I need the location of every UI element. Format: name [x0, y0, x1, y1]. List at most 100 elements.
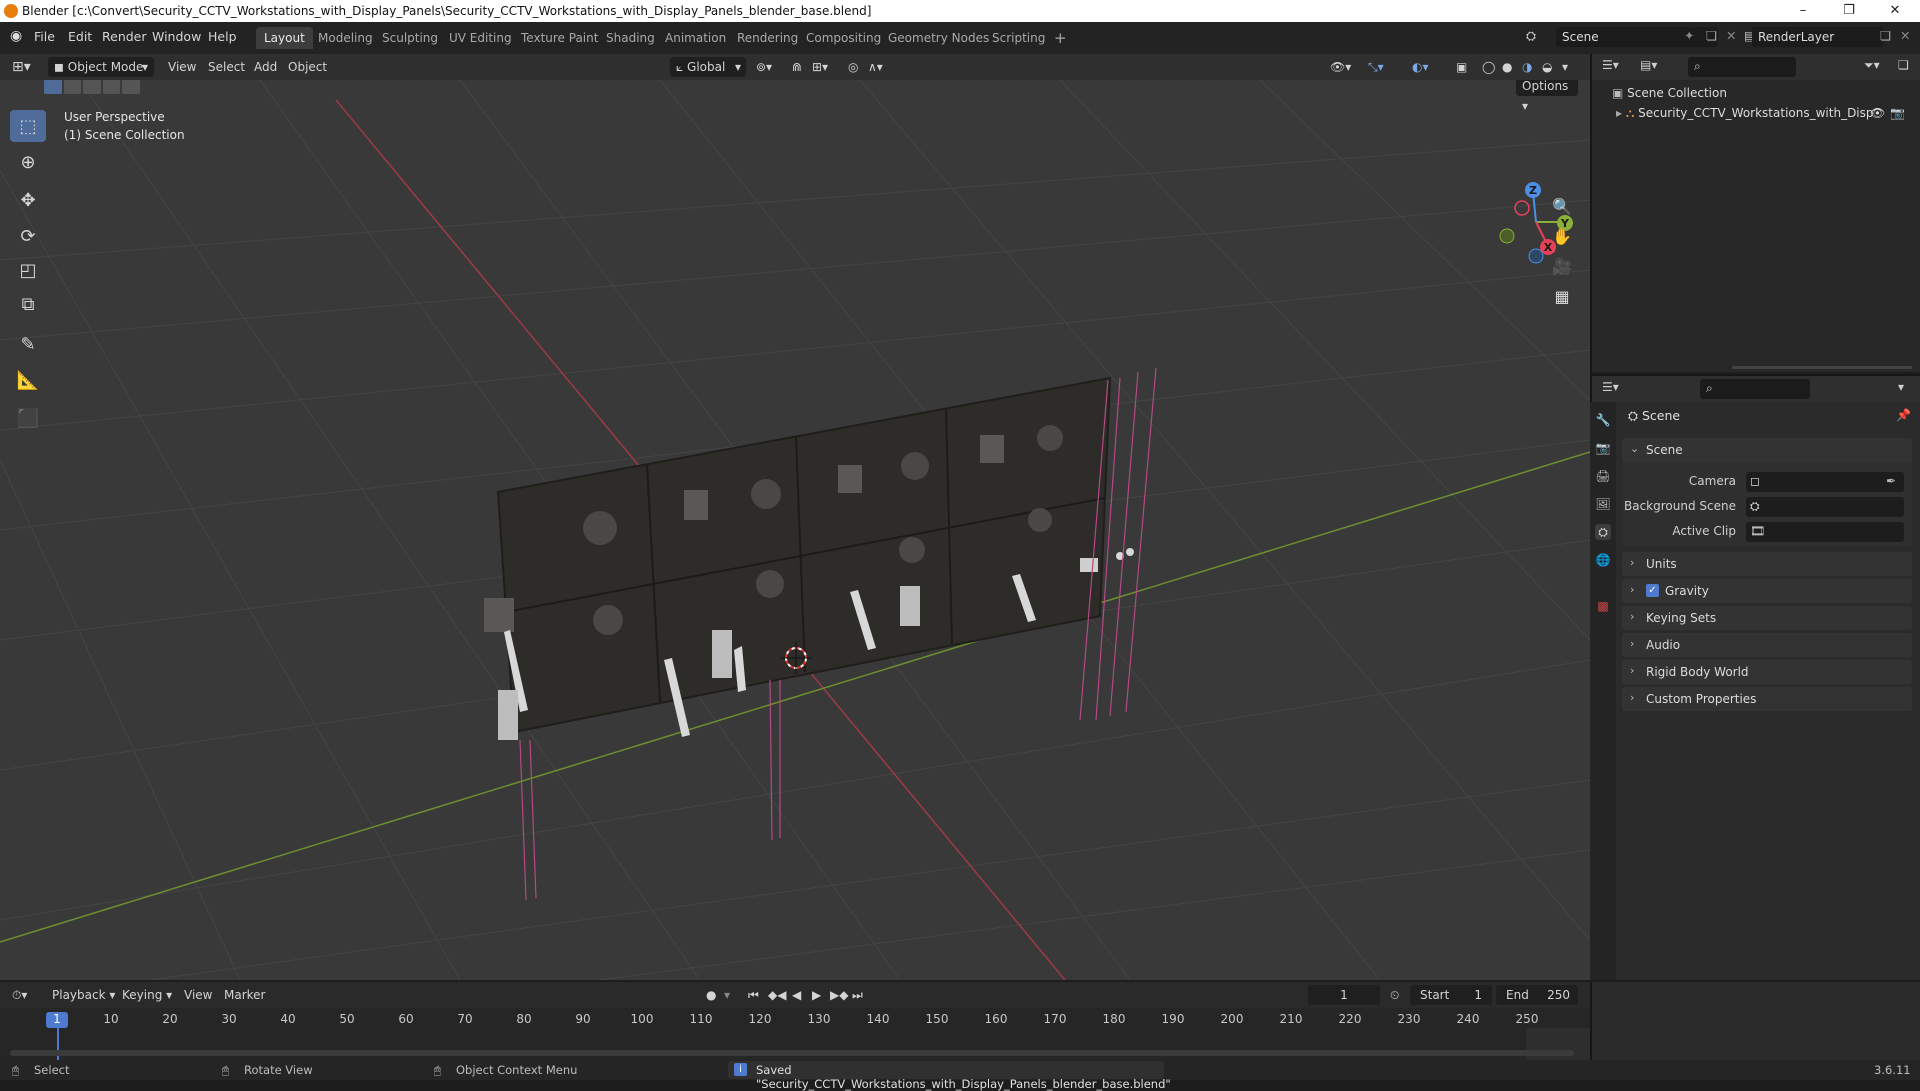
- options-dropdown[interactable]: Options ▾: [1516, 80, 1578, 113]
- editor-type-icon[interactable]: ⊞▾: [12, 57, 31, 77]
- view-layer-duplicate-icon[interactable]: ❏: [1880, 28, 1891, 43]
- blender-menu-icon[interactable]: ◉: [10, 28, 22, 44]
- snap-target-icon[interactable]: ⊞▾: [812, 57, 828, 77]
- menu-keying[interactable]: Keying ▾: [122, 985, 172, 1005]
- select-box-tool[interactable]: ⬚: [10, 110, 46, 142]
- play-reverse-icon[interactable]: ◀: [792, 985, 801, 1005]
- jump-start-icon[interactable]: ⏮: [748, 985, 759, 1005]
- outliner-scrollbar[interactable]: [1732, 366, 1912, 369]
- add-workspace-button[interactable]: +: [1046, 27, 1075, 49]
- scene-section-header[interactable]: ⌄ Scene: [1622, 438, 1912, 462]
- solid-shading-icon[interactable]: ●: [1502, 57, 1512, 77]
- gravity-checkbox[interactable]: ✓: [1646, 584, 1659, 597]
- minimize-button[interactable]: –: [1780, 0, 1826, 22]
- tab-compositing[interactable]: Compositing: [798, 27, 889, 49]
- render-camera-icon[interactable]: 📷: [1890, 106, 1905, 120]
- viewport-canvas[interactable]: Y X Z: [0, 80, 1590, 980]
- tab-layout[interactable]: Layout: [256, 27, 313, 49]
- mode-dropdown[interactable]: ◼ Object Mode ▾: [48, 57, 154, 77]
- select-invert-icon[interactable]: [102, 80, 121, 94]
- rotate-tool[interactable]: ⟳: [10, 220, 46, 252]
- visibility-icon[interactable]: 👁▾: [1330, 57, 1351, 77]
- move-tool[interactable]: ✥: [10, 184, 46, 216]
- record-icon[interactable]: ●: [706, 985, 716, 1005]
- transform-tool[interactable]: ⧉: [10, 288, 46, 320]
- overlay-toggle-icon[interactable]: ◐▾: [1412, 57, 1429, 77]
- timeline-area[interactable]: 1 10 20 30 40 50 60 70 80 90 100 110 120…: [0, 1008, 1590, 1060]
- menu-help[interactable]: Help: [208, 29, 237, 44]
- custom-properties-panel[interactable]: › Custom Properties: [1622, 687, 1912, 711]
- menu-file[interactable]: File: [34, 29, 55, 44]
- view-layer-selector[interactable]: RenderLayer: [1752, 27, 1884, 47]
- view-layer-remove-icon[interactable]: ✕: [1900, 28, 1910, 43]
- display-mode-icon[interactable]: ▤▾: [1640, 58, 1657, 72]
- scene-remove-icon[interactable]: ✕: [1726, 28, 1736, 43]
- rendered-shading-icon[interactable]: ◒: [1542, 57, 1552, 77]
- menu-edit[interactable]: Edit: [68, 29, 92, 44]
- menu-add[interactable]: Add: [254, 57, 277, 77]
- falloff-icon[interactable]: ∧▾: [868, 57, 883, 77]
- scene-tab-icon[interactable]: ⛭: [1595, 524, 1611, 540]
- prev-keyframe-icon[interactable]: ◆◀: [768, 985, 786, 1005]
- material-shading-icon[interactable]: ◑: [1522, 57, 1532, 77]
- outliner-root-row[interactable]: ▣ Scene Collection: [1612, 86, 1727, 100]
- menu-marker[interactable]: Marker: [224, 985, 265, 1005]
- properties-search-input[interactable]: ⌕: [1700, 379, 1810, 399]
- pan-hand-icon[interactable]: ✋: [1548, 222, 1576, 250]
- play-icon[interactable]: ▶: [812, 985, 821, 1005]
- tab-modeling[interactable]: Modeling: [310, 27, 381, 49]
- scene-browse-icon[interactable]: ⛭: [1526, 28, 1536, 44]
- outliner-object-row[interactable]: ▸ ⛬ Security_CCTV_Workstations_with_Disp…: [1616, 106, 1916, 121]
- texture-tab-icon[interactable]: ▩: [1595, 598, 1611, 614]
- outliner-search-input[interactable]: ⌕: [1688, 57, 1796, 77]
- render-tab-icon[interactable]: 📷: [1595, 440, 1611, 456]
- world-tab-icon[interactable]: 🌐: [1595, 552, 1611, 568]
- preview-range-icon[interactable]: ⏲: [1390, 985, 1399, 1005]
- start-frame-field[interactable]: Start 1: [1410, 985, 1492, 1005]
- 3d-viewport[interactable]: Y X Z User Perspective (1) Scene Collect…: [0, 80, 1590, 980]
- tab-texture-paint[interactable]: Texture Paint: [513, 27, 606, 49]
- menu-view[interactable]: View: [168, 57, 196, 77]
- xray-toggle-icon[interactable]: ▣: [1456, 57, 1467, 77]
- measure-tool[interactable]: 📐: [10, 364, 46, 396]
- rigid-body-world-panel[interactable]: › Rigid Body World: [1622, 660, 1912, 684]
- tool-tab-icon[interactable]: 🔧: [1595, 412, 1611, 428]
- proportional-edit-icon[interactable]: ◎: [848, 57, 858, 77]
- output-tab-icon[interactable]: 🖨: [1595, 468, 1611, 484]
- pivot-point-icon[interactable]: ⊚▾: [756, 57, 772, 77]
- close-button[interactable]: ✕: [1872, 0, 1918, 22]
- gizmo-toggle-icon[interactable]: ⤡▾: [1368, 57, 1384, 77]
- next-keyframe-icon[interactable]: ▶◆: [830, 985, 848, 1005]
- tab-animation[interactable]: Animation: [657, 27, 734, 49]
- annotate-tool[interactable]: ✎: [10, 328, 46, 360]
- zoom-icon[interactable]: 🔍: [1548, 192, 1576, 220]
- view-layer-tab-icon[interactable]: 🖼: [1595, 496, 1611, 512]
- select-intersect-icon[interactable]: [122, 80, 140, 94]
- scene-pin-icon[interactable]: ✦: [1684, 28, 1694, 43]
- timeline-scrollbar[interactable]: [10, 1050, 1574, 1056]
- menu-timeline-view[interactable]: View: [184, 985, 212, 1005]
- camera-view-icon[interactable]: 🎥: [1548, 252, 1576, 280]
- menu-window[interactable]: Window: [152, 29, 201, 44]
- audio-panel[interactable]: › Audio: [1622, 633, 1912, 657]
- jump-end-icon[interactable]: ⏭: [852, 985, 863, 1005]
- scene-duplicate-icon[interactable]: ❏: [1706, 28, 1717, 43]
- tab-rendering[interactable]: Rendering: [729, 27, 806, 49]
- select-subtract-icon[interactable]: [83, 80, 101, 94]
- tab-geometry-nodes[interactable]: Geometry Nodes: [880, 27, 997, 49]
- tab-uv-editing[interactable]: UV Editing: [441, 27, 520, 49]
- background-scene-field[interactable]: ⛭: [1746, 497, 1904, 517]
- shading-options-icon[interactable]: ▾: [1562, 57, 1568, 77]
- end-frame-field[interactable]: End 250: [1496, 985, 1578, 1005]
- menu-render[interactable]: Render: [102, 29, 147, 44]
- menu-select[interactable]: Select: [208, 57, 245, 77]
- transform-orientation-dropdown[interactable]: ⟀ Global ▾: [670, 57, 746, 77]
- properties-options-icon[interactable]: ▾: [1898, 380, 1904, 394]
- pin-icon[interactable]: 📌: [1896, 408, 1911, 422]
- cursor-tool[interactable]: ⊕: [10, 146, 46, 178]
- expand-arrow-icon[interactable]: ▸: [1616, 106, 1622, 120]
- filter-icon[interactable]: ⏷▾: [1864, 58, 1880, 73]
- new-collection-icon[interactable]: ❏: [1898, 58, 1909, 72]
- keying-sets-panel[interactable]: › Keying Sets: [1622, 606, 1912, 630]
- tab-scripting[interactable]: Scripting: [984, 27, 1053, 49]
